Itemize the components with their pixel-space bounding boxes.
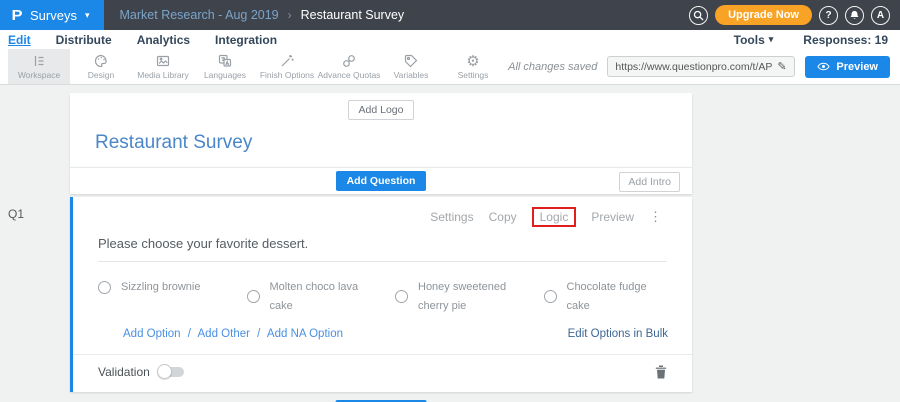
toggle-knob [157,364,172,379]
toolbar-item-finish-options[interactable]: Finish Options [256,49,318,84]
action-logic[interactable]: Logic [532,207,577,227]
translate-icon [217,53,233,69]
tab-integration[interactable]: Integration [215,33,277,47]
option-item: Molten choco lava cake [247,278,396,315]
toolbar-item-variables[interactable]: Variables [380,49,442,84]
trash-icon [655,365,667,379]
edit-url-pencil-icon[interactable]: ✎ [777,60,786,73]
breadcrumb-separator-icon: › [288,8,292,22]
survey-url-box: ✎ [607,56,795,77]
link-separator: / [188,328,191,340]
top-bar: P Surveys ▾ Market Research - Aug 2019 ›… [0,0,900,30]
palette-icon [93,53,109,69]
responses-link[interactable]: Responses: 19 [803,33,888,47]
radio-button[interactable] [98,281,111,294]
validation-left: Validation [98,365,184,379]
toolbar-item-languages[interactable]: Languages [194,49,256,84]
breadcrumb-current: Restaurant Survey [301,8,405,22]
tools-label: Tools [734,33,765,47]
toolbar-right: All changes saved ✎ Preview [508,49,900,84]
toolbar-item-design[interactable]: Design [70,49,132,84]
action-preview[interactable]: Preview [591,210,634,224]
add-intro-button[interactable]: Add Intro [619,172,680,192]
survey-header-section: Add Logo Restaurant Survey [70,93,692,167]
add-question-row: Add Question Add Intro [70,167,692,194]
nav-row: Edit Distribute Analytics Integration To… [0,30,900,49]
action-settings[interactable]: Settings [430,210,473,224]
option-links: Add Option / Add Other / Add NA Option [123,328,343,340]
add-question-button[interactable]: Add Question [336,171,427,191]
validation-row: Validation [73,354,692,392]
validation-toggle[interactable] [158,367,184,377]
tools-menu[interactable]: Tools ▾ [734,33,774,47]
tab-analytics[interactable]: Analytics [137,33,190,47]
toolbar-item-media-library[interactable]: Media Library [132,49,194,84]
validation-label: Validation [98,365,150,379]
tab-distribute[interactable]: Distribute [56,33,112,47]
add-other-link[interactable]: Add Other [198,328,250,340]
avatar[interactable]: A [871,6,890,25]
nav-right: Tools ▾ Responses: 19 [734,33,888,47]
link-separator: / [257,328,260,340]
topbar-actions: Upgrade Now ? A [689,5,900,25]
radio-button[interactable] [395,290,408,303]
delete-question-button[interactable] [655,365,667,379]
question-number: Q1 [8,207,24,221]
autosave-status: All changes saved [508,61,597,73]
breadcrumb: Market Research - Aug 2019 › Restaurant … [120,8,405,22]
option-item: Chocolate fudge cake [544,278,693,315]
help-button[interactable]: ? [819,6,838,25]
answer-options-row: Sizzling brownie Molten choco lava cake … [73,262,692,315]
upgrade-now-button[interactable]: Upgrade Now [715,5,812,25]
app-menu-label: Surveys [30,8,77,23]
editor-canvas: Q1 Add Logo Restaurant Survey Add Questi… [0,85,900,402]
survey-card: Add Logo Restaurant Survey Add Question … [70,93,692,402]
option-label[interactable]: Molten choco lava cake [270,278,366,315]
preview-button[interactable]: Preview [805,56,890,78]
chevron-down-icon: ▾ [85,10,90,21]
survey-title[interactable]: Restaurant Survey [70,120,692,167]
preview-label: Preview [836,61,878,73]
notifications-button[interactable] [845,6,864,25]
question-action-row: Settings Copy Logic Preview ⋮ [73,197,692,227]
action-copy[interactable]: Copy [489,210,517,224]
option-label[interactable]: Sizzling brownie [121,278,200,297]
add-option-link[interactable]: Add Option [123,328,181,340]
option-label[interactable]: Honey sweetened cherry pie [418,278,514,315]
bell-icon [849,10,860,21]
edit-options-in-bulk-link[interactable]: Edit Options in Bulk [568,328,668,340]
option-item: Sizzling brownie [98,278,247,297]
survey-url-input[interactable] [615,61,773,73]
option-links-row: Add Option / Add Other / Add NA Option E… [73,315,692,340]
radio-button[interactable] [544,290,557,303]
search-button[interactable] [689,6,708,25]
toolbar-item-settings[interactable]: ⚙ Settings [442,49,504,84]
chevron-down-icon: ▾ [769,34,774,45]
image-icon [155,53,171,69]
more-options-icon[interactable]: ⋮ [649,212,662,222]
add-na-option-link[interactable]: Add NA Option [267,328,343,340]
option-item: Honey sweetened cherry pie [395,278,544,315]
gear-icon: ⚙ [466,53,479,69]
toolbar-item-workspace[interactable]: Workspace [8,49,70,84]
questionpro-logo-icon: P [11,7,22,24]
chain-links-icon [341,53,357,69]
tag-icon [403,53,419,69]
tab-edit[interactable]: Edit [8,33,31,47]
breadcrumb-parent-link[interactable]: Market Research - Aug 2019 [120,8,279,22]
radio-button[interactable] [247,290,260,303]
workspace-icon [31,53,47,69]
question-text[interactable]: Please choose your favorite dessert. [98,236,667,262]
toolbar-item-advance-quotas[interactable]: Advance Quotas [318,49,380,84]
eye-icon [817,62,830,71]
surveys-menu[interactable]: P Surveys ▾ [0,0,104,30]
nav-tabs: Edit Distribute Analytics Integration [8,33,277,47]
add-logo-wrap: Add Logo [70,100,692,120]
add-logo-button[interactable]: Add Logo [348,100,415,120]
question-block: Settings Copy Logic Preview ⋮ Please cho… [70,197,692,392]
option-label[interactable]: Chocolate fudge cake [567,278,663,315]
search-icon [693,10,704,21]
magic-wand-icon [279,53,295,69]
survey-toolbar: Workspace Design Media Library Languages… [0,49,900,85]
